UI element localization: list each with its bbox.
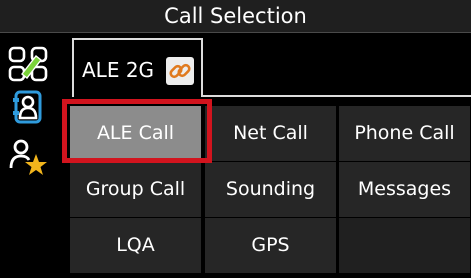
antenna-signal-icon[interactable] bbox=[6, 42, 50, 86]
tab-ale-2g[interactable]: ALE 2G bbox=[72, 38, 203, 97]
contact-card-icon[interactable] bbox=[6, 85, 50, 129]
page-title: Call Selection bbox=[164, 4, 307, 28]
favorite-contact-icon[interactable] bbox=[6, 135, 50, 179]
net-call-button[interactable]: Net Call bbox=[205, 106, 336, 161]
ale-call-button[interactable]: ALE Call bbox=[70, 106, 201, 161]
empty-slot bbox=[339, 218, 470, 273]
call-selection-screen: Call Selection ALE 2G ALE Call Net Call … bbox=[0, 0, 471, 278]
sidebar bbox=[0, 33, 62, 278]
tab-underline bbox=[201, 95, 471, 97]
tab-label: ALE 2G bbox=[82, 58, 155, 82]
link-icon bbox=[166, 57, 194, 85]
sounding-button[interactable]: Sounding bbox=[205, 162, 336, 217]
group-call-button[interactable]: Group Call bbox=[70, 162, 201, 217]
gps-button[interactable]: GPS bbox=[205, 218, 336, 273]
title-bar: Call Selection bbox=[0, 0, 471, 33]
lqa-button[interactable]: LQA bbox=[70, 218, 201, 273]
messages-button[interactable]: Messages bbox=[339, 162, 470, 217]
tab-bar: ALE 2G bbox=[62, 33, 471, 99]
phone-call-button[interactable]: Phone Call bbox=[339, 106, 470, 161]
